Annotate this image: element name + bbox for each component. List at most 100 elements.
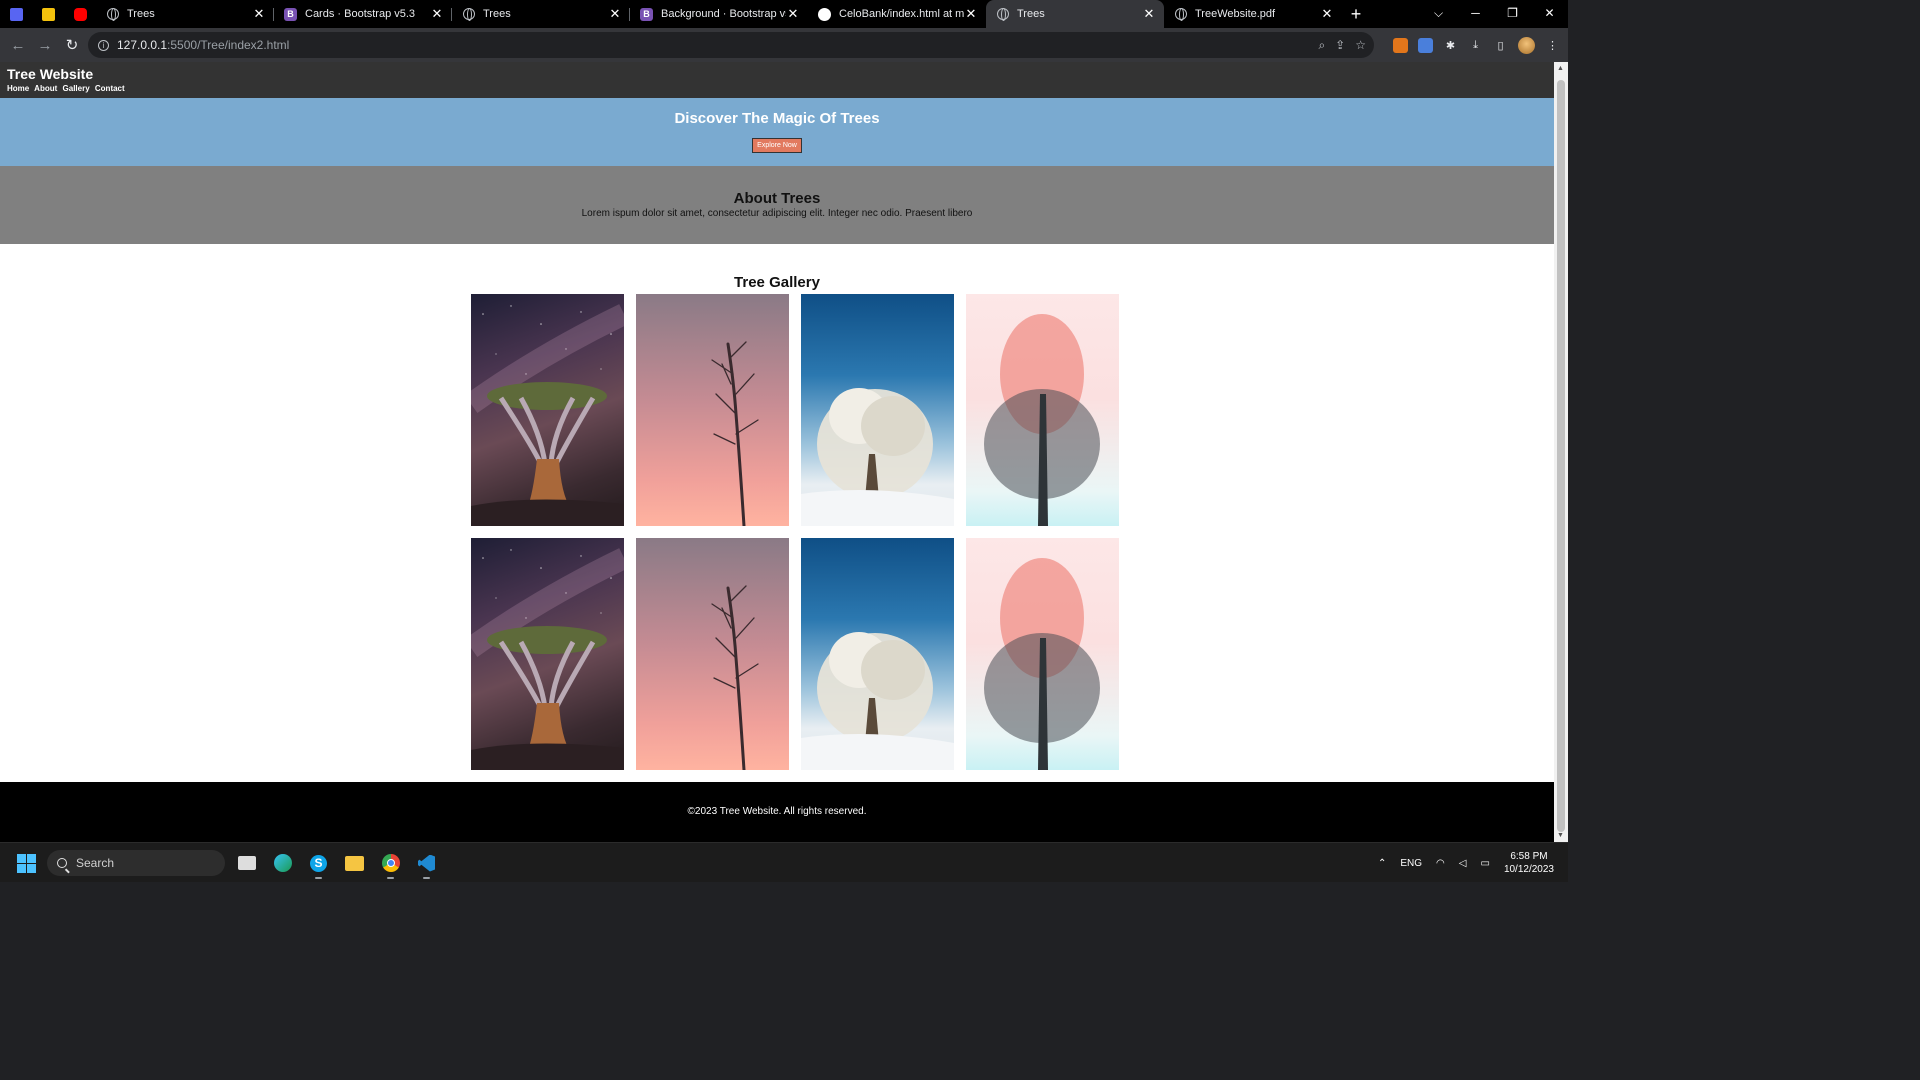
globe-icon bbox=[1174, 8, 1187, 21]
side-panel-icon[interactable]: ▯ bbox=[1493, 38, 1508, 53]
footer-copyright: ©2023 Tree Website. All rights reserved. bbox=[687, 806, 867, 817]
clock-date: 10/12/2023 bbox=[1503, 864, 1554, 875]
menu-kebab-icon[interactable]: ⋮ bbox=[1545, 38, 1560, 53]
nav-link-contact[interactable]: Contact bbox=[95, 84, 125, 93]
url-text[interactable]: 127.0.0.1:5500/Tree/index2.html bbox=[117, 38, 289, 52]
close-window-button[interactable]: ✕ bbox=[1531, 0, 1568, 28]
close-tab-icon[interactable]: ✕ bbox=[608, 7, 622, 21]
bookmark-star-icon[interactable]: ☆ bbox=[1355, 38, 1366, 52]
windows-start-icon[interactable] bbox=[17, 854, 36, 873]
skype-icon[interactable]: S bbox=[307, 849, 330, 879]
quiver-tree-night-photo bbox=[471, 538, 624, 770]
clock[interactable]: 6:58 PM 10/12/2023 bbox=[1504, 850, 1554, 876]
explore-now-button[interactable]: Explore Now bbox=[752, 138, 802, 153]
frosted-tree-winter-photo bbox=[801, 538, 954, 770]
forward-icon[interactable]: → bbox=[32, 32, 58, 58]
scroll-down-icon[interactable]: ▼ bbox=[1557, 832, 1564, 839]
edge-icon[interactable] bbox=[271, 849, 294, 877]
pinned-tab-1[interactable] bbox=[0, 0, 32, 28]
bare-tree-dusk-photo bbox=[636, 538, 789, 770]
quiver-tree-night-photo bbox=[471, 294, 624, 526]
extensions-puzzle-icon[interactable]: ✱ bbox=[1443, 38, 1458, 53]
close-tab-icon[interactable]: ✕ bbox=[252, 7, 266, 21]
pink-tree-mist-photo bbox=[966, 294, 1119, 526]
hero-section: Discover The Magic Of Trees Explore Now bbox=[0, 98, 1554, 166]
system-tray: ⌃ ENG ◠ ◁ ▭ 6:58 PM 10/12/2023 bbox=[1378, 843, 1554, 883]
site-nav: Home About Gallery Contact bbox=[7, 84, 1547, 93]
tab-title: Trees bbox=[483, 8, 511, 20]
tab-title: Cards · Bootstrap v5.3 bbox=[305, 8, 416, 20]
chevron-up-icon[interactable]: ⌃ bbox=[1378, 858, 1386, 869]
globe-icon bbox=[462, 8, 475, 21]
metamask-extension-icon[interactable] bbox=[1393, 37, 1408, 53]
browser-tab[interactable]: CeloBank/index.html at mai ✕ bbox=[808, 0, 986, 28]
search-placeholder: Search bbox=[76, 856, 115, 870]
frosted-tree-winter-photo bbox=[801, 294, 954, 526]
task-view-icon[interactable] bbox=[235, 849, 258, 877]
scrollbar-thumb[interactable] bbox=[1557, 80, 1565, 832]
nav-link-gallery[interactable]: Gallery bbox=[63, 84, 90, 93]
battery-icon[interactable]: ▭ bbox=[1480, 858, 1489, 869]
browser-tab-active[interactable]: Trees ✕ bbox=[986, 0, 1164, 28]
browser-tab[interactable]: B Background · Bootstrap v5.0 ✕ bbox=[630, 0, 808, 28]
close-tab-icon[interactable]: ✕ bbox=[430, 7, 444, 21]
photos-app-icon bbox=[41, 7, 55, 21]
nav-link-home[interactable]: Home bbox=[7, 84, 29, 93]
new-tab-button[interactable]: + bbox=[1342, 0, 1370, 28]
browser-tab[interactable]: TreeWebsite.pdf ✕ bbox=[1164, 0, 1342, 28]
profile-avatar[interactable] bbox=[1518, 36, 1535, 54]
gallery-grid bbox=[471, 294, 1121, 770]
nav-link-about[interactable]: About bbox=[34, 84, 57, 93]
taskbar-search[interactable]: Search bbox=[47, 850, 225, 876]
scroll-up-icon[interactable]: ▲ bbox=[1557, 65, 1564, 72]
site-header: Tree Website Home About Gallery Contact bbox=[0, 62, 1554, 98]
back-icon[interactable]: ← bbox=[5, 32, 31, 58]
site-brand: Tree Website bbox=[7, 66, 94, 82]
gallery-title: Tree Gallery bbox=[734, 274, 820, 291]
pinned-tab-youtube[interactable] bbox=[64, 0, 96, 28]
file-explorer-icon[interactable] bbox=[343, 849, 366, 877]
chrome-icon[interactable] bbox=[379, 849, 402, 879]
address-bar[interactable]: i 127.0.0.1:5500/Tree/index2.html ⌕ ⇪ ☆ bbox=[88, 32, 1374, 58]
tab-title: Trees bbox=[127, 8, 155, 20]
youtube-icon bbox=[73, 7, 87, 21]
tab-title: Background · Bootstrap v5.0 bbox=[661, 8, 786, 20]
zoom-icon[interactable]: ⌕ bbox=[1318, 38, 1325, 53]
restore-button[interactable]: ❐ bbox=[1494, 0, 1531, 28]
pink-tree-mist-photo bbox=[966, 538, 1119, 770]
github-icon bbox=[818, 7, 831, 21]
reload-icon[interactable]: ↻ bbox=[59, 32, 85, 58]
vscode-icon[interactable] bbox=[415, 849, 438, 879]
tab-title: TreeWebsite.pdf bbox=[1195, 8, 1276, 20]
bootstrap-icon: B bbox=[640, 7, 653, 21]
close-tab-icon[interactable]: ✕ bbox=[786, 7, 800, 21]
hero-title: Discover The Magic Of Trees bbox=[674, 110, 880, 127]
wifi-icon[interactable]: ◠ bbox=[1436, 858, 1445, 869]
volume-icon[interactable]: ◁ bbox=[1459, 858, 1467, 869]
windows-taskbar: Search S ⌃ ENG ◠ ◁ ▭ 6:58 PM 10/12/2023 bbox=[0, 842, 1568, 882]
page-scrollbar[interactable]: ▲ ▼ bbox=[1554, 62, 1568, 842]
browser-tab[interactable]: B Cards · Bootstrap v5.3 ✕ bbox=[274, 0, 452, 28]
page-viewport: Tree Website Home About Gallery Contact … bbox=[0, 62, 1568, 842]
close-tab-icon[interactable]: ✕ bbox=[1142, 7, 1156, 21]
close-tab-icon[interactable]: ✕ bbox=[1320, 7, 1334, 21]
download-icon[interactable]: ⤓ bbox=[1468, 38, 1483, 53]
minimize-button[interactable]: ─ bbox=[1457, 0, 1494, 28]
close-tab-icon[interactable]: ✕ bbox=[964, 7, 978, 21]
tab-search-icon[interactable]: ⌵ bbox=[1420, 0, 1457, 28]
site-info-icon[interactable]: i bbox=[98, 39, 109, 51]
pinned-tab-2[interactable] bbox=[32, 0, 64, 28]
tab-title: Trees bbox=[1017, 8, 1045, 20]
tab-title: CeloBank/index.html at mai bbox=[839, 8, 964, 20]
share-icon[interactable]: ⇪ bbox=[1335, 38, 1345, 52]
globe-icon bbox=[106, 8, 119, 21]
about-section: About Trees Lorem ispum dolor sit amet, … bbox=[0, 166, 1554, 244]
browser-tab[interactable]: Trees ✕ bbox=[96, 0, 274, 28]
about-text: Lorem ispum dolor sit amet, consectetur … bbox=[581, 208, 973, 219]
search-icon bbox=[57, 858, 67, 868]
language-indicator[interactable]: ENG bbox=[1400, 858, 1422, 869]
about-title: About Trees bbox=[733, 190, 821, 207]
translate-extension-icon[interactable] bbox=[1418, 37, 1433, 53]
browser-tab[interactable]: Trees ✕ bbox=[452, 0, 630, 28]
bootstrap-icon: B bbox=[284, 7, 297, 21]
